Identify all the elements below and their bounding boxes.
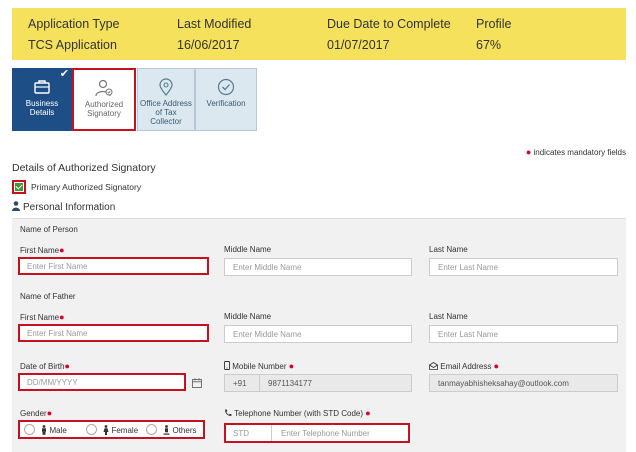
user-check-icon bbox=[95, 79, 113, 97]
name-of-father-heading: Name of Father bbox=[20, 292, 76, 301]
profile-label: Profile bbox=[476, 17, 512, 31]
mobile-number-input: 9871134177 bbox=[259, 374, 412, 392]
gender-label: Gender● bbox=[20, 408, 53, 418]
email-input: tanmayabhisheksahay@outlook.com bbox=[429, 374, 618, 392]
telephone-label: Telephone Number (with STD Code) ● bbox=[224, 408, 371, 418]
telephone-input-group: STD Enter Telephone Number bbox=[224, 423, 410, 443]
application-type-value: TCS Application bbox=[28, 38, 117, 52]
calendar-icon[interactable] bbox=[192, 378, 202, 388]
email-label: Email Address ● bbox=[429, 361, 499, 371]
due-date-label: Due Date to Complete bbox=[327, 17, 451, 31]
checkbox-checked-icon bbox=[15, 183, 23, 191]
father-first-name-input[interactable]: Enter First Name bbox=[18, 324, 209, 342]
person-last-name-input[interactable]: Enter Last Name bbox=[429, 258, 618, 276]
personal-information-text: Personal Information bbox=[23, 202, 116, 213]
male-icon bbox=[42, 425, 47, 435]
envelope-icon bbox=[429, 362, 438, 370]
profile-value: 67% bbox=[476, 38, 502, 52]
location-pin-icon bbox=[159, 78, 173, 96]
mandatory-note-text: indicates mandatory fields bbox=[533, 148, 627, 157]
tab-label: Business Details bbox=[25, 99, 59, 117]
last-modified-value: 16/06/2017 bbox=[177, 38, 240, 52]
tab-label: Office Address of Tax Collector bbox=[140, 99, 192, 126]
briefcase-icon bbox=[34, 80, 50, 94]
tab-label: Verification bbox=[206, 99, 246, 108]
required-dot-icon: ● bbox=[525, 147, 532, 157]
person-first-name-input[interactable]: Enter First Name bbox=[18, 257, 209, 275]
tab-office-address[interactable]: Office Address of Tax Collector bbox=[137, 68, 195, 131]
primary-signatory-checkbox[interactable] bbox=[12, 180, 26, 194]
application-type-label: Application Type bbox=[28, 17, 120, 31]
radio-button[interactable] bbox=[86, 424, 97, 435]
gender-option-female[interactable]: Female bbox=[86, 424, 138, 435]
others-icon bbox=[163, 425, 170, 435]
person-middle-name-input[interactable]: Enter Middle Name bbox=[224, 258, 412, 276]
due-date-value: 01/07/2017 bbox=[327, 38, 390, 52]
primary-signatory-label: Primary Authorized Signatory bbox=[31, 182, 142, 192]
person-icon bbox=[12, 201, 20, 211]
std-code-input[interactable]: STD bbox=[226, 425, 272, 441]
mandatory-fields-note: ● indicates mandatory fields bbox=[526, 147, 626, 157]
last-modified-label: Last Modified bbox=[177, 17, 252, 31]
section-title: Details of Authorized Signatory bbox=[12, 162, 156, 174]
father-last-name-input[interactable]: Enter Last Name bbox=[429, 325, 618, 343]
father-middle-name-input[interactable]: Enter Middle Name bbox=[224, 325, 412, 343]
gender-radio-group: Male Female Others bbox=[18, 420, 205, 439]
gender-option-others[interactable]: Others bbox=[146, 424, 196, 435]
mobile-country-code: +91 bbox=[224, 374, 260, 392]
father-last-name-label: Last Name bbox=[429, 312, 468, 321]
mobile-phone-icon bbox=[224, 361, 230, 370]
application-summary-bar: Application Type TCS Application Last Mo… bbox=[12, 8, 626, 60]
dob-label: Date of Birth● bbox=[20, 361, 70, 371]
personal-information-title: Personal Information bbox=[12, 201, 115, 213]
name-of-person-heading: Name of Person bbox=[20, 225, 78, 234]
father-middle-name-label: Middle Name bbox=[224, 312, 272, 321]
telephone-icon bbox=[225, 409, 232, 416]
tab-label: Authorized Signatory bbox=[84, 100, 124, 118]
person-middle-name-label: Middle Name bbox=[224, 245, 272, 254]
female-icon bbox=[103, 425, 109, 435]
person-first-name-label: First Name● bbox=[20, 245, 65, 255]
personal-information-form: Name of Person First Name● Enter First N… bbox=[12, 218, 626, 452]
gender-option-male[interactable]: Male bbox=[24, 424, 67, 435]
checkmark-icon: ✔ bbox=[59, 68, 69, 80]
telephone-number-input[interactable]: Enter Telephone Number bbox=[273, 425, 408, 441]
radio-button[interactable] bbox=[24, 424, 35, 435]
father-first-name-label: First Name● bbox=[20, 312, 65, 322]
check-circle-icon bbox=[217, 78, 235, 96]
radio-button[interactable] bbox=[146, 424, 157, 435]
mobile-label: Mobile Number ● bbox=[224, 361, 294, 371]
dob-input[interactable]: DD/MM/YYYY bbox=[18, 373, 186, 391]
tab-business-details[interactable]: ✔ Business Details bbox=[12, 68, 72, 131]
tab-authorized-signatory[interactable]: Authorized Signatory bbox=[72, 68, 136, 131]
person-last-name-label: Last Name bbox=[429, 245, 468, 254]
tab-verification[interactable]: Verification bbox=[195, 68, 257, 131]
